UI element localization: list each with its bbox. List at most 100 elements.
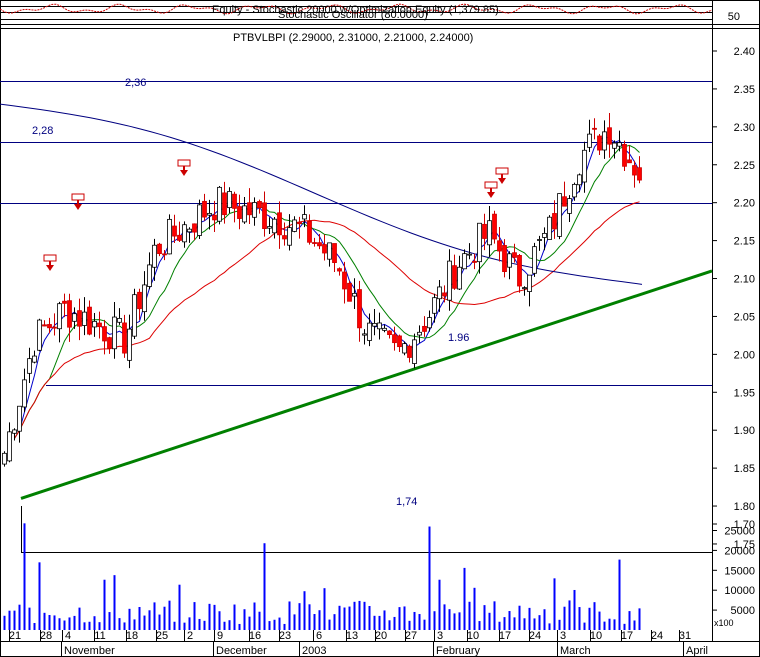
candle-body: [42, 324, 47, 327]
candle-body: [427, 317, 432, 329]
level-label: 2,28: [32, 125, 53, 137]
x-day-label: 24: [529, 630, 541, 642]
candle-body: [322, 244, 327, 254]
candle-body: [397, 335, 402, 348]
ma-fast-line: [14, 135, 640, 439]
candle-body: [122, 322, 127, 354]
candle-body: [482, 223, 487, 239]
candle-body: [442, 292, 447, 297]
candle-body: [67, 300, 72, 328]
candle-body: [202, 200, 207, 218]
candle-body: [347, 282, 352, 302]
candle-body: [97, 322, 102, 328]
level-label: 1,74: [396, 496, 417, 508]
signal-label-box: [484, 181, 498, 189]
candle-body: [22, 379, 27, 408]
x-month-label: March: [560, 645, 591, 657]
candle-body: [237, 206, 242, 219]
price-tick-label: 2.40: [734, 46, 755, 58]
candle-body: [167, 218, 172, 255]
candle-body: [417, 331, 422, 336]
candle-body: [292, 219, 297, 232]
price-tick-label: 2.10: [734, 274, 755, 286]
candle-body: [177, 234, 182, 241]
candle-body: [462, 253, 467, 270]
x-day-label: 3: [560, 630, 566, 642]
price-title: PTBVLBPI (2.29000, 2.31000, 2.21000, 2.2…: [233, 32, 473, 44]
candle-body: [587, 133, 592, 148]
candle-body: [337, 268, 342, 272]
candle-body: [547, 216, 552, 240]
signal-arrow: [180, 170, 188, 176]
candle-body: [227, 191, 232, 209]
candle-body: [512, 252, 517, 258]
candle-body: [352, 292, 357, 297]
candle-body: [372, 322, 377, 327]
candle-body: [297, 221, 302, 225]
candle-body: [577, 174, 582, 186]
x-day-label: 27: [405, 630, 417, 642]
candle-body: [47, 324, 52, 329]
candle-body: [62, 300, 67, 304]
candle-body: [602, 131, 607, 151]
volume-scale-label: x100: [714, 618, 734, 628]
candle-body: [467, 253, 472, 256]
candle-body: [112, 316, 117, 350]
x-day-label: 23: [279, 630, 291, 642]
candle-body: [507, 253, 512, 268]
candle-body: [137, 291, 142, 310]
x-day-label: 16: [249, 630, 261, 642]
candle-body: [82, 311, 87, 326]
x-axis: 21 28 4 11 18 25 2 9 16 23 6 13 20 27 3 10 17 24 3 10 17 24 31…: [9, 630, 708, 657]
candle-body: [472, 260, 477, 263]
candle-body: [217, 186, 222, 222]
candles: [2, 113, 642, 467]
candle-body: [637, 167, 642, 181]
x-day-label: 28: [40, 630, 52, 642]
x-month-label: February: [436, 645, 481, 657]
candle-body: [487, 220, 492, 246]
price-tick-label: 2.05: [734, 311, 755, 323]
price-tick-label: 2.00: [734, 349, 755, 361]
candle-body: [77, 310, 82, 327]
candle-body: [272, 218, 277, 234]
price-tick-label: 2.30: [734, 122, 755, 134]
candle-body: [497, 240, 502, 252]
candle-body: [302, 214, 307, 220]
volume-tick-label: 15000: [724, 565, 755, 577]
x-day-label: 18: [126, 630, 138, 642]
candle-body: [332, 243, 337, 263]
candle-body: [422, 325, 427, 332]
signal-arrow: [498, 178, 506, 184]
stock-chart: Equity - Stochastic 20000 w/Optimization…: [0, 0, 760, 657]
x-day-label: 6: [316, 630, 322, 642]
x-day-label: 2: [187, 630, 193, 642]
indicator-subtitle: Stochastic Oscillator (80.0000): [278, 9, 428, 21]
volume-bars: [3, 523, 641, 630]
candle-body: [107, 337, 112, 349]
price-tick-label: 2.15: [734, 236, 755, 248]
volume-axis: 1.70250002000015000100005000: [712, 519, 755, 617]
candle-body: [317, 242, 322, 247]
candle-body: [117, 317, 122, 323]
candle-body: [287, 227, 292, 246]
x-day-label: 4: [65, 630, 71, 642]
candle-body: [477, 222, 482, 263]
candle-body: [447, 260, 452, 301]
candle-body: [597, 135, 602, 151]
price-tick-label: 1.90: [734, 425, 755, 437]
candle-body: [582, 149, 587, 183]
signal-arrow: [487, 192, 495, 198]
x-day-label: 11: [94, 630, 105, 642]
candle-body: [567, 198, 572, 214]
candle-body: [382, 327, 387, 331]
ma-long-line: [0, 103, 643, 285]
candle-body: [17, 405, 22, 432]
x-day-label: 25: [156, 630, 168, 642]
x-month-label: November: [64, 645, 115, 657]
signal-label-box: [177, 159, 191, 167]
candle-body: [262, 202, 267, 230]
candle-body: [407, 345, 412, 358]
signal-label-box: [495, 167, 509, 175]
candle-body: [257, 201, 262, 209]
